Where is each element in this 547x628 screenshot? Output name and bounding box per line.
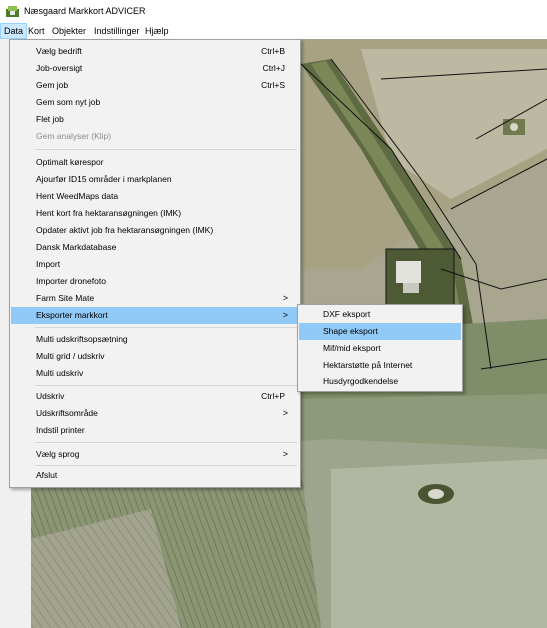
menu-item-hent-weedmaps[interactable]: Hent WeedMaps data	[11, 188, 299, 205]
menu-item-udskriftsomraade[interactable]: Udskriftsområde >	[11, 405, 299, 422]
data-dropdown-menu: Vælg bedrift Ctrl+B Job-oversigt Ctrl+J …	[9, 39, 301, 488]
menu-separator	[35, 442, 297, 443]
menu-item-flet-job[interactable]: Flet job	[11, 111, 299, 128]
menu-item-ajourfoer-id15[interactable]: Ajourfør ID15 områder i markplanen	[11, 171, 299, 188]
menu-hjaelp[interactable]: Hjælp	[142, 24, 172, 38]
menu-item-gem-job[interactable]: Gem job Ctrl+S	[11, 77, 299, 94]
menu-item-optimalt-koerespor[interactable]: Optimalt kørespor	[11, 154, 299, 171]
menu-item-multi-udskriv[interactable]: Multi udskriv	[11, 365, 299, 382]
menu-item-multi-grid-udskriv[interactable]: Multi grid / udskriv	[11, 348, 299, 365]
submenu-item-hektarstoette[interactable]: Hektarstøtte på Internet	[299, 357, 461, 374]
app-logo-icon	[6, 6, 19, 17]
eksporter-submenu: DXF eksport Shape eksport Mif/mid ekspor…	[297, 304, 463, 392]
submenu-arrow-icon: >	[282, 449, 288, 459]
menu-item-vaelg-sprog[interactable]: Vælg sprog >	[11, 446, 299, 463]
window-title: Næsgaard Markkort ADVICER	[24, 6, 146, 16]
menu-separator	[35, 327, 297, 328]
menu-item-eksporter-markkort[interactable]: Eksporter markkort >	[11, 307, 299, 324]
submenu-arrow-icon: >	[282, 293, 288, 303]
menu-item-dansk-markdatabase[interactable]: Dansk Markdatabase	[11, 239, 299, 256]
menu-item-gem-som-nyt-job[interactable]: Gem som nyt job	[11, 94, 299, 111]
menu-item-afslut[interactable]: Afslut	[11, 467, 299, 484]
submenu-arrow-icon: >	[282, 310, 288, 320]
menu-item-udskriv[interactable]: Udskriv Ctrl+P	[11, 388, 299, 405]
menu-separator	[35, 465, 297, 466]
menu-objekter[interactable]: Objekter	[49, 24, 89, 38]
menu-item-vaelg-bedrift[interactable]: Vælg bedrift Ctrl+B	[11, 43, 299, 60]
menu-item-multi-udskriftsopsaetning[interactable]: Multi udskriftsopsætning	[11, 331, 299, 348]
menu-item-hent-kort-imk[interactable]: Hent kort fra hektaransøgningen (IMK)	[11, 205, 299, 222]
menu-separator	[35, 385, 297, 386]
menu-bar: Data Kort Objekter Indstillinger Hjælp	[0, 23, 547, 39]
menu-item-import[interactable]: Import	[11, 256, 299, 273]
menu-item-job-oversigt[interactable]: Job-oversigt Ctrl+J	[11, 60, 299, 77]
menu-item-gem-analyser: Gem analyser (Klip)	[36, 131, 112, 141]
menu-item-importer-dronefoto[interactable]: Importer dronefoto	[11, 273, 299, 290]
title-bar: Næsgaard Markkort ADVICER	[0, 0, 547, 22]
menu-data[interactable]: Data	[0, 23, 28, 39]
submenu-item-husdyrgodkendelse[interactable]: Husdyrgodkendelse	[299, 373, 461, 390]
menu-separator	[35, 149, 297, 150]
menu-item-farm-site-mate[interactable]: Farm Site Mate >	[11, 290, 299, 307]
menu-item-indstil-printer[interactable]: Indstil printer	[11, 422, 299, 439]
menu-indstillinger[interactable]: Indstillinger	[91, 24, 143, 38]
submenu-arrow-icon: >	[282, 408, 288, 418]
menu-item-opdater-job-imk[interactable]: Opdater aktivt job fra hektaransøgningen…	[11, 222, 299, 239]
submenu-item-dxf-eksport[interactable]: DXF eksport	[299, 306, 461, 323]
submenu-item-mif-mid-eksport[interactable]: Mif/mid eksport	[299, 340, 461, 357]
menu-kort[interactable]: Kort	[25, 24, 48, 38]
submenu-item-shape-eksport[interactable]: Shape eksport	[299, 323, 461, 340]
